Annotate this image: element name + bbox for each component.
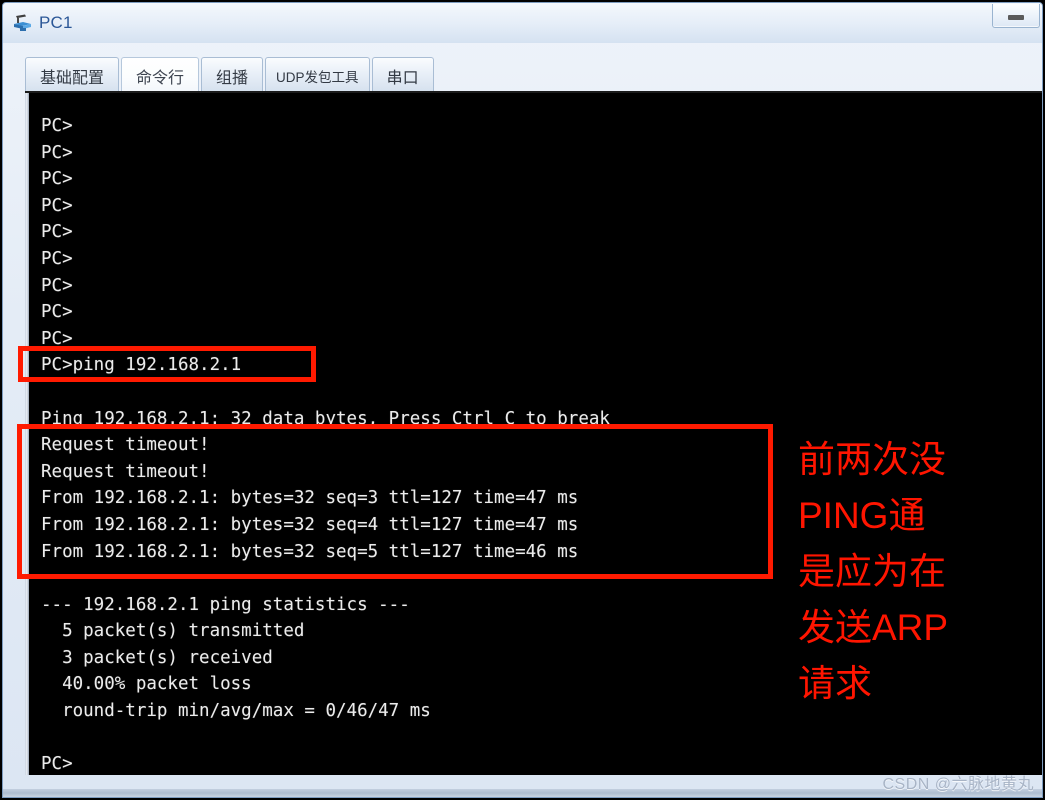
tab-label: 基础配置: [40, 69, 105, 87]
terminal-line: Ping 192.168.2.1: 32 data bytes, Press C…: [41, 408, 610, 429]
window-titlebar[interactable]: PC1: [3, 3, 1042, 43]
tab-serial-port[interactable]: 串口: [371, 57, 434, 93]
annotation-line: PING通: [798, 495, 926, 536]
tab-label: 命令行: [136, 69, 185, 87]
terminal-line: PC>: [41, 275, 73, 296]
terminal-line: PC>: [41, 195, 73, 216]
annotation-line: 是应为在: [798, 551, 946, 592]
minimize-icon: [1008, 15, 1024, 20]
pc-device-icon: [11, 11, 35, 35]
annotation-note: 前两次没 PING通是应为在发送ARP 请求: [798, 432, 1038, 712]
tab-label: 组播: [216, 69, 249, 87]
tab-command-line[interactable]: 命令行: [121, 57, 200, 93]
window-controls: [992, 4, 1040, 28]
annotation-line: 前两次没: [798, 439, 946, 480]
annotation-line: 请求: [798, 663, 872, 704]
tab-udp-tool[interactable]: UDP发包工具: [265, 57, 370, 93]
terminal-line: PC>: [41, 116, 73, 136]
terminal-line: PC>: [41, 169, 73, 190]
terminal-line: PC>: [41, 222, 73, 243]
screenshot-root: PC1 基础配置 命令行 组播 UDP发包工具 串口 PC> PC> PC> PC> PC> PC…: [0, 0, 1045, 800]
tab-basic-config[interactable]: 基础配置: [25, 57, 120, 93]
tab-strip: 基础配置 命令行 组播 UDP发包工具 串口: [3, 43, 1042, 93]
window-title: PC1: [39, 12, 73, 32]
watermark-text: CSDN @六脉地黄丸: [882, 776, 1034, 793]
terminal-line: PC>: [41, 302, 73, 323]
tab-multicast[interactable]: 组播: [201, 57, 264, 93]
tab-label: UDP发包工具: [276, 69, 359, 85]
terminal-line: PC>: [41, 142, 73, 163]
annotation-line: 发送ARP: [798, 607, 949, 648]
minimize-button[interactable]: [992, 4, 1040, 28]
tab-label: 串口: [386, 69, 419, 87]
terminal-line: PC>ping 192.168.2.1: [41, 355, 242, 376]
terminal-line: PC>: [41, 328, 73, 349]
terminal-line: PC>: [41, 248, 73, 269]
